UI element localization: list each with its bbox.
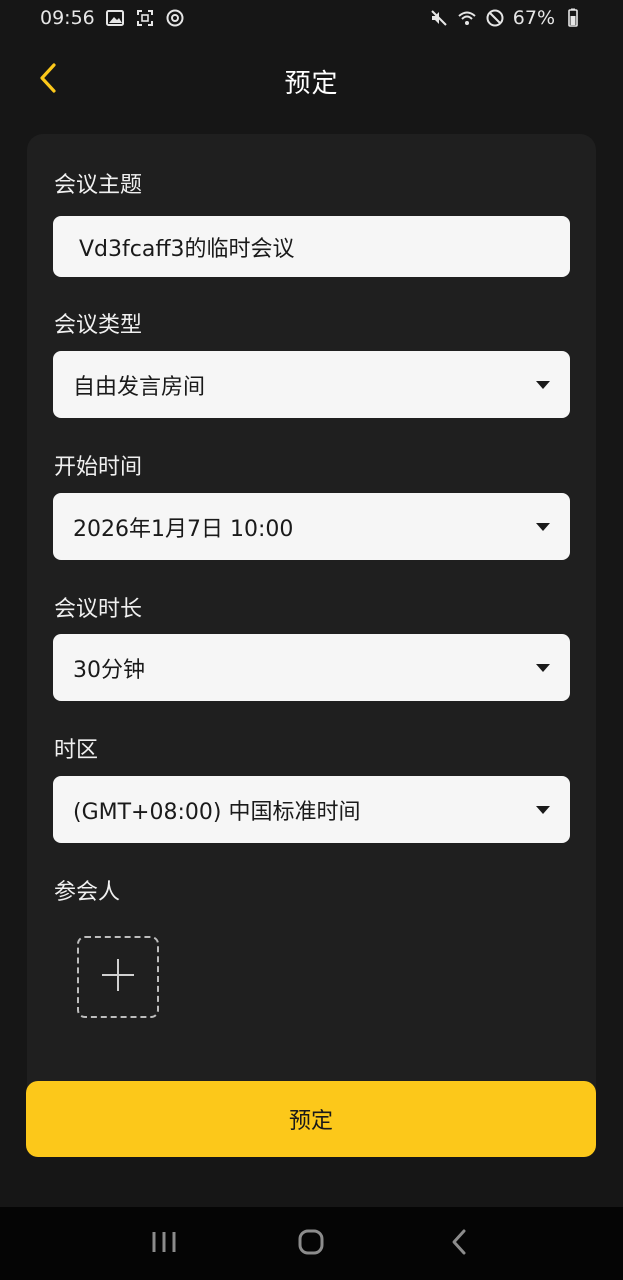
- screenshot-icon: [135, 8, 155, 28]
- status-bar: 09:56 67%: [0, 0, 623, 36]
- top-bar: 预定: [0, 52, 623, 110]
- battery-icon: [563, 8, 583, 28]
- booking-form: 会议主题 Vd3fcaff3的临时会议 会议类型 自由发言房间 开始时间 202…: [27, 134, 596, 1134]
- book-button[interactable]: 预定: [26, 1081, 596, 1157]
- chevron-left-icon: [36, 62, 60, 98]
- home-icon: [297, 1228, 325, 1260]
- start-time-select[interactable]: 2026年1月7日 10:00: [53, 493, 570, 560]
- caret-down-icon: [536, 663, 550, 672]
- timezone-label: 时区: [54, 738, 99, 763]
- type-label: 会议类型: [54, 313, 143, 338]
- start-time-label: 开始时间: [54, 455, 143, 480]
- home-button[interactable]: [287, 1220, 335, 1268]
- start-time-value: 2026年1月7日 10:00: [73, 516, 294, 542]
- recents-button[interactable]: [140, 1220, 188, 1268]
- timezone-select[interactable]: (GMT+08:00) 中国标准时间: [53, 776, 570, 843]
- back-icon: [449, 1228, 469, 1260]
- subject-value: Vd3fcaff3的临时会议: [79, 236, 295, 262]
- caret-down-icon: [536, 805, 550, 814]
- status-time: 09:56: [40, 7, 95, 29]
- sync-icon: [165, 8, 185, 28]
- type-select[interactable]: 自由发言房间: [53, 351, 570, 418]
- add-attendee-button[interactable]: [77, 936, 159, 1018]
- recents-icon: [150, 1230, 178, 1258]
- back-button[interactable]: [28, 60, 68, 100]
- block-icon: [485, 8, 505, 28]
- page-title: 预定: [284, 68, 339, 99]
- duration-select[interactable]: 30分钟: [53, 634, 570, 701]
- attendees-label: 参会人: [54, 880, 121, 905]
- duration-value: 30分钟: [73, 657, 145, 683]
- caret-down-icon: [536, 522, 550, 531]
- status-bar-left: 09:56: [40, 7, 185, 29]
- system-nav-bar: [0, 1207, 623, 1280]
- image-icon: [105, 8, 125, 28]
- duration-label: 会议时长: [54, 597, 143, 622]
- subject-input[interactable]: Vd3fcaff3的临时会议: [53, 216, 570, 277]
- subject-label: 会议主题: [54, 173, 143, 198]
- plus-icon: [100, 957, 136, 997]
- wifi-icon: [457, 8, 477, 28]
- battery-percent: 67%: [512, 7, 555, 29]
- caret-down-icon: [536, 380, 550, 389]
- system-back-button[interactable]: [435, 1220, 483, 1268]
- mute-icon: [429, 8, 449, 28]
- timezone-value: (GMT+08:00) 中国标准时间: [73, 799, 361, 825]
- status-bar-right: 67%: [429, 7, 583, 29]
- type-value: 自由发言房间: [73, 374, 206, 400]
- booking-screen: 09:56 67% 预定 会议主题 Vd3fcaff3的临时会议 会议类型 自由…: [0, 0, 623, 1280]
